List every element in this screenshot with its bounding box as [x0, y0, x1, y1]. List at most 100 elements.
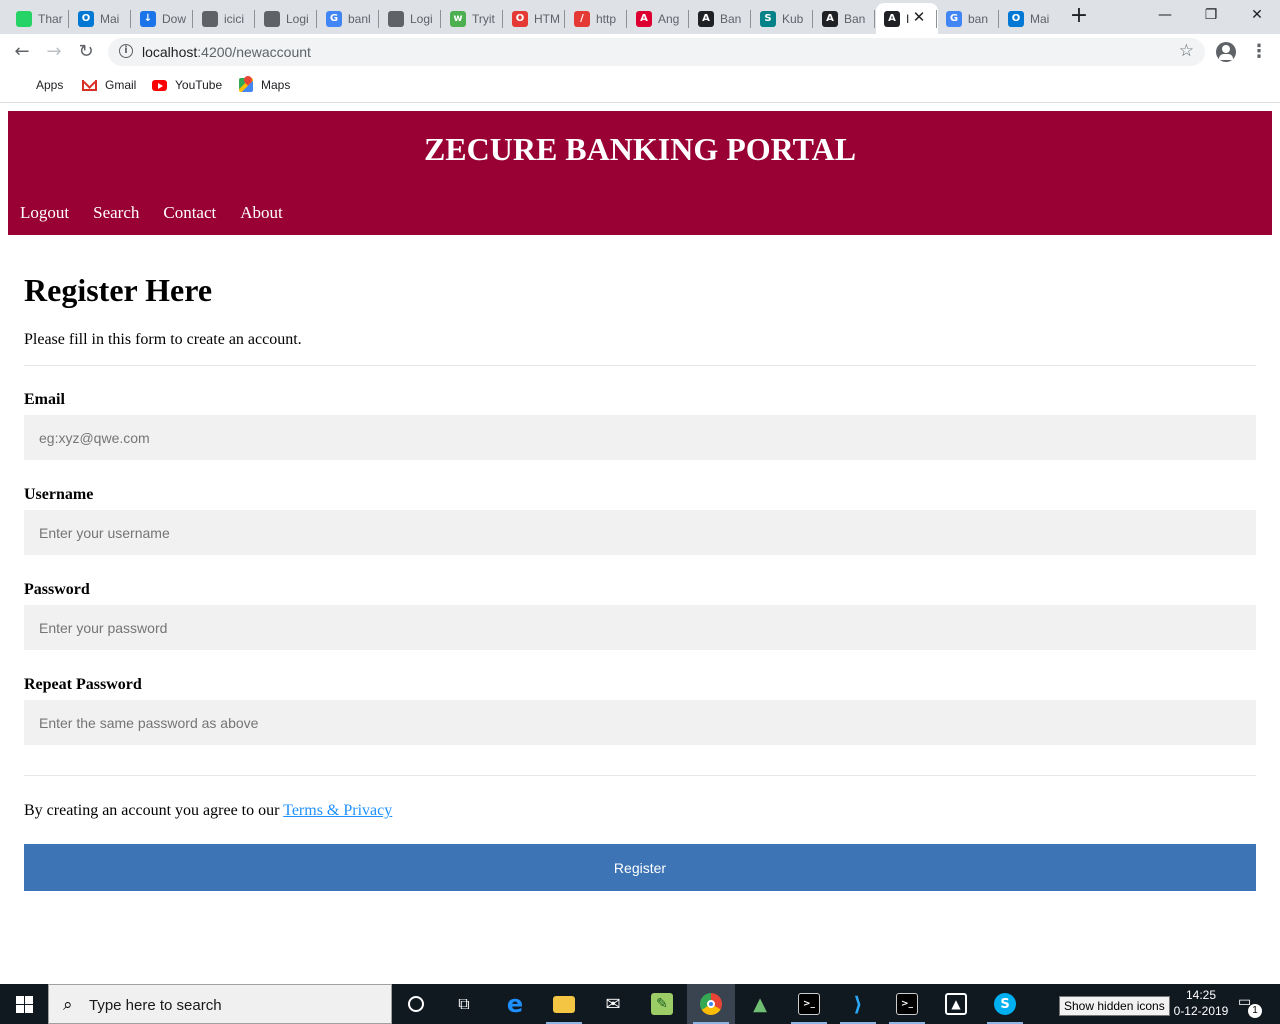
- file-explorer-icon[interactable]: [540, 984, 588, 1024]
- site-info-icon[interactable]: i: [119, 44, 133, 58]
- browser-tab[interactable]: O Mai: [70, 3, 128, 34]
- chrome-divider: [0, 102, 1280, 103]
- notepad-plus-icon[interactable]: ✎: [638, 984, 686, 1024]
- edge-icon[interactable]: e: [491, 984, 539, 1024]
- terminal-icon[interactable]: >_: [883, 984, 931, 1024]
- url-text[interactable]: localhost:4200/newaccount: [142, 44, 311, 60]
- back-icon[interactable]: ←: [10, 40, 34, 64]
- tab-title: Mai: [100, 11, 120, 26]
- browser-tab[interactable]: AI: [876, 3, 938, 34]
- tab-title: Kub: [782, 11, 804, 26]
- forward-icon[interactable]: →: [42, 40, 66, 64]
- email-field[interactable]: [24, 415, 1256, 460]
- address-bar[interactable]: i localhost:4200/newaccount ☆: [108, 38, 1205, 66]
- new-tab-button[interactable]: +: [1069, 5, 1089, 27]
- tab-title: banl: [348, 11, 371, 26]
- close-window-icon[interactable]: ✕: [1242, 4, 1272, 26]
- google-icon: G: [946, 10, 962, 27]
- nav-about-link[interactable]: About: [240, 203, 283, 223]
- tab-title: Ban: [720, 11, 742, 26]
- task-view-icon[interactable]: ⧉: [440, 984, 488, 1024]
- vscode-icon[interactable]: ⟩: [834, 984, 882, 1024]
- repeat-password-field[interactable]: [24, 700, 1256, 745]
- chrome-taskbar-icon[interactable]: [687, 984, 735, 1024]
- tab-title: icici: [224, 11, 244, 26]
- browser-tab[interactable]: A Ban: [690, 3, 748, 34]
- browser-tab[interactable]: / http: [566, 3, 624, 34]
- minimize-icon[interactable]: —: [1150, 4, 1180, 26]
- browser-tab[interactable]: Thar: [8, 3, 66, 34]
- rocket-icon[interactable]: ▲: [736, 984, 784, 1024]
- nav-search-link[interactable]: Search: [93, 203, 139, 223]
- browser-tab[interactable]: A Ban: [814, 3, 872, 34]
- tab-separator: [254, 10, 255, 28]
- nav-logout-link[interactable]: Logout: [20, 203, 69, 223]
- taskbar-search[interactable]: ⌕ Type here to search: [48, 984, 392, 1024]
- w3schools-icon: w: [450, 10, 466, 27]
- tab-title: http: [596, 11, 617, 26]
- tab-separator: [564, 10, 565, 28]
- browser-menu-icon[interactable]: ⋮: [1250, 41, 1268, 63]
- browser-tab[interactable]: Gbanl: [318, 3, 376, 34]
- skype-icon[interactable]: S: [981, 984, 1029, 1024]
- tab-title: Ban: [844, 11, 866, 26]
- password-field[interactable]: [24, 605, 1256, 650]
- opera-icon: O: [512, 10, 528, 27]
- browser-tab[interactable]: Gban: [938, 3, 996, 34]
- browser-tab[interactable]: icici: [194, 3, 252, 34]
- youtube-icon: [152, 79, 167, 91]
- browser-tab[interactable]: O Mai: [1000, 3, 1058, 34]
- main-nav: Logout Search Contact About: [20, 203, 307, 223]
- register-form: Register Here Please fill in this form t…: [24, 270, 1256, 891]
- tab-title: I: [906, 11, 910, 26]
- angular-icon: A: [884, 10, 900, 27]
- page-title: Register Here: [24, 272, 213, 308]
- globe-icon: [264, 10, 280, 27]
- photos-icon[interactable]: ▲: [932, 984, 980, 1024]
- browser-tab[interactable]: O HTM: [504, 3, 562, 34]
- google-icon: G: [326, 10, 342, 27]
- bookmark-youtube[interactable]: YouTube: [152, 75, 222, 95]
- maps-icon: [239, 78, 253, 92]
- bookmark-star-icon[interactable]: ☆: [1179, 41, 1194, 61]
- divider: [24, 365, 1256, 366]
- browser-tab[interactable]: S Kub: [752, 3, 810, 34]
- tab-separator: [812, 10, 813, 28]
- browser-tab[interactable]: w Tryit: [442, 3, 500, 34]
- terms-privacy-link[interactable]: Terms & Privacy: [283, 802, 392, 819]
- angular-icon: A: [822, 10, 838, 27]
- browser-tab[interactable]: Logi: [380, 3, 438, 34]
- profile-icon[interactable]: [1216, 42, 1236, 62]
- hidden-icons-tooltip: Show hidden icons: [1059, 996, 1170, 1016]
- windows-icon: [16, 996, 33, 1013]
- start-button[interactable]: [0, 984, 48, 1024]
- browser-tab[interactable]: A Ang: [628, 3, 686, 34]
- download-icon: ↓: [140, 10, 156, 27]
- browser-tab[interactable]: Logi: [256, 3, 314, 34]
- tab-title: HTM: [534, 11, 560, 26]
- tab-separator: [502, 10, 503, 28]
- whatsapp-icon: [16, 10, 32, 27]
- bookmarks-bar: Apps Gmail YouTube Maps: [0, 70, 1280, 100]
- bookmark-apps[interactable]: Apps: [15, 75, 63, 95]
- gmail-icon: [82, 79, 97, 91]
- close-tab-icon[interactable]: ✕: [912, 8, 926, 26]
- terminal-icon[interactable]: >_: [785, 984, 833, 1024]
- reload-icon[interactable]: ↻: [74, 40, 98, 64]
- cortana-icon[interactable]: [392, 984, 440, 1024]
- outlook-icon: O: [78, 10, 94, 27]
- angular-icon: A: [636, 10, 652, 27]
- tab-title: Mai: [1030, 11, 1050, 26]
- restore-icon[interactable]: ❐: [1196, 4, 1226, 26]
- nav-contact-link[interactable]: Contact: [163, 203, 216, 223]
- bookmark-label: YouTube: [175, 78, 223, 92]
- email-label: Email: [24, 391, 65, 408]
- tab-separator: [688, 10, 689, 28]
- bookmark-gmail[interactable]: Gmail: [82, 75, 136, 95]
- bookmark-maps[interactable]: Maps: [239, 75, 290, 95]
- browser-tab[interactable]: ↓ Dow: [132, 3, 190, 34]
- mail-icon[interactable]: ✉: [589, 984, 637, 1024]
- taskbar-clock[interactable]: 14:25 0-12-2019: [1168, 987, 1234, 1019]
- register-button[interactable]: Register: [24, 844, 1256, 891]
- username-field[interactable]: [24, 510, 1256, 555]
